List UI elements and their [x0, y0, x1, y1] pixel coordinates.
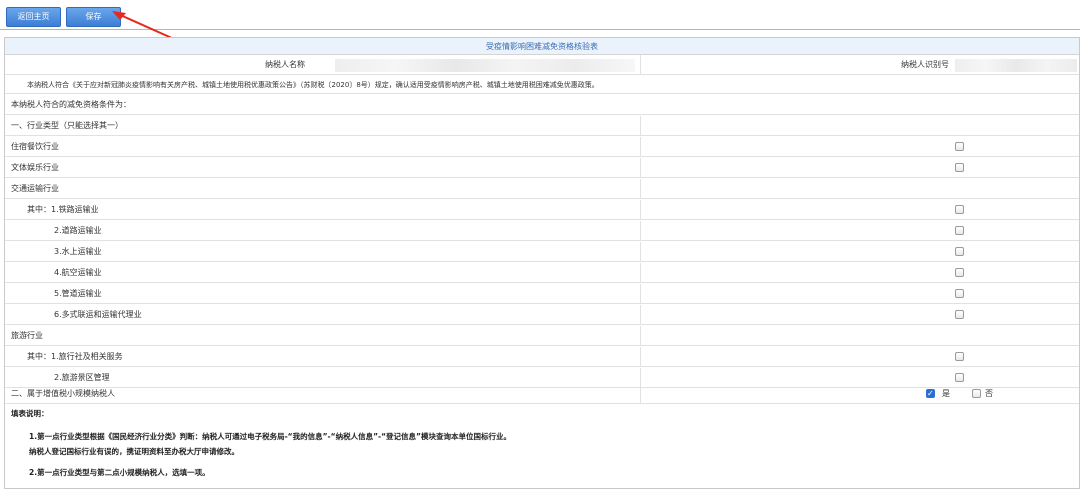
industry-label: 其中：1.旅行社及相关服务 [27, 352, 123, 361]
statement-row: 本纳税人符合《关于应对新冠肺炎疫情影响有关房产税、城镇土地使用税优惠政策公告》（… [5, 76, 1079, 94]
notes-heading: 填表说明： [11, 409, 49, 418]
industry-checkbox[interactable] [955, 352, 964, 361]
industry-checkbox[interactable] [955, 268, 964, 277]
industry-checkbox[interactable] [955, 163, 964, 172]
industry-checkbox[interactable] [955, 142, 964, 151]
verification-form: 受疫情影响困难减免资格核验表 纳税人名称 纳税人识别号 本纳税人符合《关于应对新… [4, 37, 1080, 489]
industry-label: 3.水上运输业 [54, 247, 102, 256]
industry-checkbox[interactable] [955, 310, 964, 319]
industry-row: 其中：1.铁路运输业 [5, 200, 1079, 220]
industry-label: 其中：1.铁路运输业 [27, 205, 99, 214]
industry-row: 6.多式联运和运输代理业 [5, 305, 1079, 325]
no-checkbox[interactable] [972, 389, 981, 398]
conditions-row: 本纳税人符合的减免资格条件为： [5, 95, 1079, 115]
industry-label: 5.管道运输业 [54, 289, 102, 298]
statement-text: 本纳税人符合《关于应对新冠肺炎疫情影响有关房产税、城镇土地使用税优惠政策公告》（… [27, 81, 599, 89]
taxpayer-id-label: 纳税人识别号 [901, 60, 949, 69]
form-title: 受疫情影响困难减免资格核验表 [5, 38, 1079, 55]
industry-checkbox[interactable] [955, 226, 964, 235]
taxpayer-name-label: 纳税人名称 [265, 60, 305, 69]
industry-checkbox[interactable] [955, 373, 964, 382]
toolbar: 返回主页 保存 [0, 0, 1080, 40]
section2-label: 二、属于增值税小规模纳税人 [11, 389, 115, 398]
industry-checkbox[interactable] [955, 205, 964, 214]
note-line-1: 1.第一点行业类型根据《国民经济行业分类》判断：纳税人可通过电子税务局-“我的信… [29, 432, 511, 441]
no-label: 否 [985, 389, 993, 398]
industry-row: 住宿餐饮行业 [5, 137, 1079, 157]
taxpayer-name-field[interactable] [335, 59, 635, 72]
industry-label: 文体娱乐行业 [11, 163, 59, 172]
section1-row: 一、行业类型（只能选择其一） [5, 116, 1079, 136]
taxpayer-info-row: 纳税人名称 纳税人识别号 [5, 55, 1079, 75]
industry-label: 住宿餐饮行业 [11, 142, 59, 151]
industry-row: 5.管道运输业 [5, 284, 1079, 304]
conditions-label: 本纳税人符合的减免资格条件为： [11, 100, 131, 109]
industry-row: 2.道路运输业 [5, 221, 1079, 241]
industry-label: 4.航空运输业 [54, 268, 102, 277]
section2-row: 二、属于增值税小规模纳税人 是 否 [5, 384, 1079, 404]
note-line-2: 纳税人登记国标行业有误的，携证明资料至办税大厅申请修改。 [29, 447, 239, 456]
industry-label: 2.道路运输业 [54, 226, 102, 235]
taxpayer-id-field[interactable] [955, 59, 1077, 72]
notes-section: 填表说明： 1.第一点行业类型根据《国民经济行业分类》判断：纳税人可通过电子税务… [5, 404, 1079, 490]
yes-checkbox[interactable] [926, 384, 935, 404]
home-button[interactable]: 返回主页 [6, 7, 61, 27]
industry-label: 交通运输行业 [11, 184, 59, 193]
industry-row: 其中：1.旅行社及相关服务 [5, 347, 1079, 367]
industry-row: 旅游行业 [5, 326, 1079, 346]
industry-row: 4.航空运输业 [5, 263, 1079, 283]
industry-checkbox[interactable] [955, 289, 964, 298]
industry-checkbox[interactable] [955, 247, 964, 256]
yes-label: 是 [942, 389, 950, 398]
industry-row: 交通运输行业 [5, 179, 1079, 199]
industry-label: 旅游行业 [11, 331, 43, 340]
section1-label: 一、行业类型（只能选择其一） [11, 121, 123, 130]
industry-label: 6.多式联运和运输代理业 [54, 310, 142, 319]
industry-row: 3.水上运输业 [5, 242, 1079, 262]
industry-row: 文体娱乐行业 [5, 158, 1079, 178]
note-line-3: 2.第一点行业类型与第二点小规模纳税人，选填一项。 [29, 468, 210, 477]
